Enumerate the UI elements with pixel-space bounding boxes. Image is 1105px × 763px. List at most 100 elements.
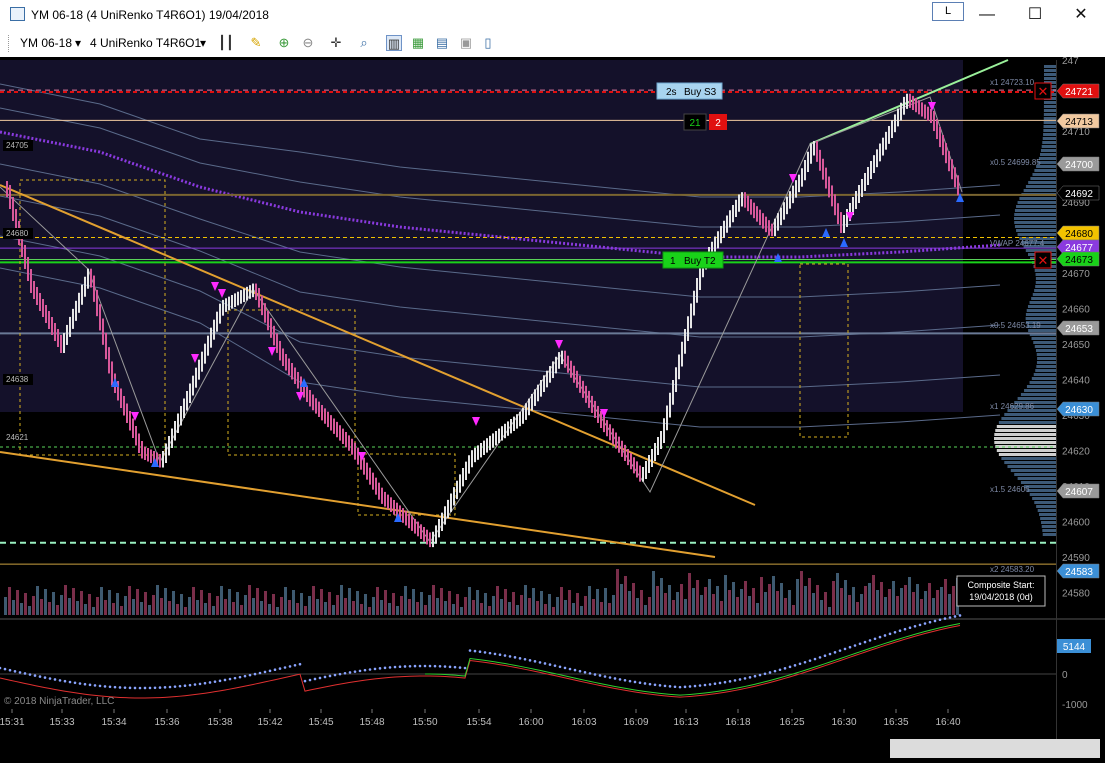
price-bar xyxy=(261,295,263,316)
order-cancel-x[interactable]: ✕ xyxy=(1038,253,1049,268)
volume-bar xyxy=(600,602,603,615)
volume-bar xyxy=(168,601,171,615)
horizontal-scrollbar[interactable] xyxy=(890,739,1100,758)
instrument-selector[interactable]: YM 06-18 xyxy=(20,36,72,50)
profile-bar xyxy=(1040,517,1056,520)
price-bar xyxy=(675,367,677,392)
profile-bar xyxy=(1014,221,1056,224)
price-bar xyxy=(771,223,773,237)
indicator-dot xyxy=(143,686,147,690)
time-tick-label: 16:40 xyxy=(935,717,960,728)
volume-bar xyxy=(76,601,79,615)
price-bar xyxy=(534,389,536,406)
order-qty: 2s xyxy=(666,87,677,98)
profile-bar xyxy=(1031,297,1056,300)
price-badge-label: 24630 xyxy=(1065,405,1093,416)
volume-bar xyxy=(932,598,935,615)
crosshair-icon[interactable]: ✛ xyxy=(328,35,344,51)
price-bar xyxy=(690,303,692,329)
price-bar xyxy=(543,375,545,392)
profile-bar xyxy=(994,433,1056,436)
indicator-tick: -1000 xyxy=(1062,700,1088,711)
price-bar xyxy=(627,449,629,466)
volume-bar xyxy=(268,604,271,615)
chart-style-icon[interactable]: ┃┃ xyxy=(218,35,234,51)
minimize-button[interactable]: — xyxy=(972,3,1002,27)
profile-bar xyxy=(1032,497,1056,500)
price-bar xyxy=(474,447,476,463)
volume-bar xyxy=(292,590,295,615)
volume-bar xyxy=(524,585,527,615)
indicator-dot xyxy=(773,669,777,673)
layout-button[interactable]: L xyxy=(932,2,964,21)
indicator-dot xyxy=(53,678,57,681)
zoom-in-icon[interactable]: ⊕ xyxy=(276,35,292,51)
price-bar xyxy=(93,275,95,302)
volume-bar xyxy=(608,603,611,615)
volume-bar xyxy=(508,602,511,615)
profile-bar xyxy=(1032,173,1056,176)
instrument-dropdown-icon[interactable]: ▾ xyxy=(75,36,81,50)
indicator-dot xyxy=(213,680,217,683)
strategies-icon[interactable]: ▦ xyxy=(410,35,426,51)
profile-bar xyxy=(1038,157,1056,160)
indicator-dot xyxy=(603,675,607,678)
price-bar xyxy=(447,499,449,519)
chart-trader-icon[interactable]: ▯ xyxy=(480,35,496,51)
price-bar xyxy=(639,465,641,482)
bar-type-selector[interactable]: 4 UniRenko T4R6O1 xyxy=(90,36,201,50)
volume-bar xyxy=(732,582,735,615)
volume-bar xyxy=(84,604,87,615)
price-bar xyxy=(201,351,203,372)
volume-bar xyxy=(676,592,679,615)
volume-bar xyxy=(464,597,467,615)
price-bar xyxy=(594,400,596,418)
profile-bar xyxy=(1016,205,1056,208)
chart-area[interactable]: 51440-1000 24710247002469024680246702466… xyxy=(0,57,1105,763)
volume-bar xyxy=(144,592,147,615)
bar-type-dropdown-icon[interactable]: ▾ xyxy=(200,36,206,50)
price-bar xyxy=(777,213,779,231)
volume-bar xyxy=(48,602,51,615)
price-bar xyxy=(144,446,146,460)
price-bar xyxy=(666,405,668,431)
properties-icon[interactable]: ▣ xyxy=(458,35,474,51)
volume-bar xyxy=(316,599,319,615)
indicators-icon[interactable]: ▥ xyxy=(386,35,402,51)
indicator-dot xyxy=(618,678,622,681)
volume-bar xyxy=(632,583,635,615)
price-bar xyxy=(402,508,404,523)
price-bar xyxy=(612,428,614,445)
price-bar xyxy=(669,392,671,418)
price-bar xyxy=(471,450,473,468)
price-bar xyxy=(339,425,341,441)
volume-bar xyxy=(456,594,459,615)
composite-date: 19/04/2018 (0d) xyxy=(969,592,1033,602)
maximize-button[interactable]: ☐ xyxy=(1020,3,1050,27)
indicator-dot xyxy=(58,679,62,682)
profile-bar xyxy=(1041,145,1056,148)
time-tick-label: 15:38 xyxy=(207,717,232,728)
volume-bar xyxy=(280,597,283,615)
volume-bar xyxy=(788,590,791,615)
data-box-icon[interactable]: ⌕ xyxy=(356,35,372,51)
zoom-out-icon[interactable]: ⊖ xyxy=(300,35,316,51)
close-button[interactable]: ✕ xyxy=(1066,3,1096,27)
order-cancel-x[interactable]: ✕ xyxy=(1038,84,1049,99)
left-level-label: 24621 xyxy=(6,433,29,442)
drawing-tool-icon[interactable]: ✎ xyxy=(248,35,264,51)
indicator-dot xyxy=(363,668,367,672)
price-bar xyxy=(120,388,122,408)
volume-bar xyxy=(684,599,687,615)
volume-bar xyxy=(540,591,543,615)
order-label: Buy S3 xyxy=(684,87,717,98)
templates-icon[interactable]: ▤ xyxy=(434,35,450,51)
indicator-dot xyxy=(923,622,927,625)
indicator-dot xyxy=(123,686,127,689)
indicator-dot xyxy=(358,669,362,673)
volume-bar xyxy=(512,592,515,615)
price-bar xyxy=(186,391,188,411)
indicator-dot xyxy=(33,674,37,677)
profile-bar xyxy=(1029,301,1056,304)
volume-bar xyxy=(432,585,435,615)
